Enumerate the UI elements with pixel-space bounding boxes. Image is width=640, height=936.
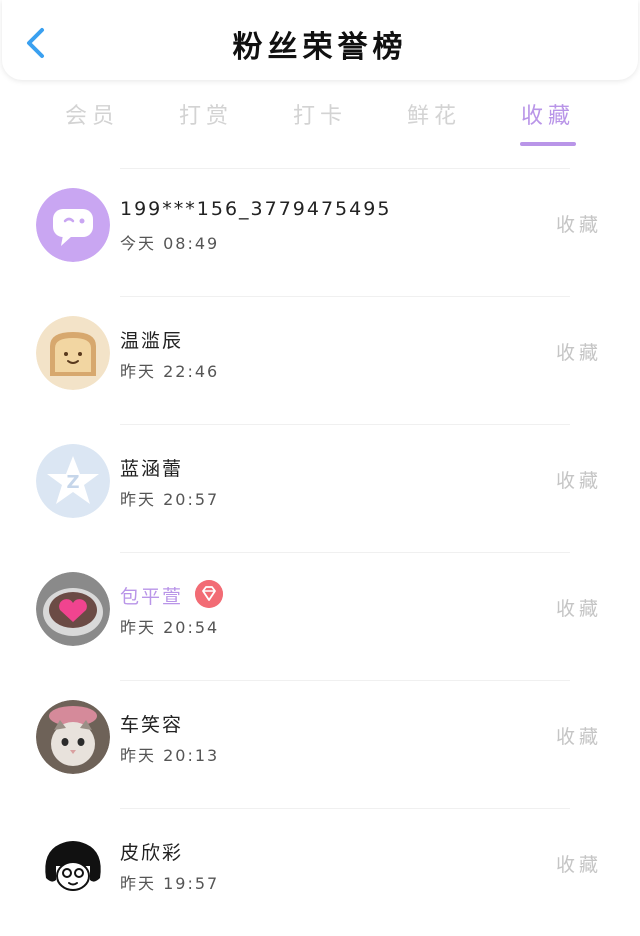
timestamp: 昨天 22:46 <box>120 362 220 381</box>
list-item[interactable]: 车笑容 昨天 20:13 收藏 <box>0 680 640 808</box>
svg-text:Z: Z <box>66 472 79 493</box>
tab-bar: 会员 打赏 打卡 鲜花 收藏 <box>0 88 640 148</box>
list-item[interactable]: Z 蓝涵蕾 昨天 20:57 收藏 <box>0 424 640 552</box>
timestamp: 今天 08:49 <box>120 234 220 253</box>
star-avatar: Z <box>36 444 110 518</box>
cat-avatar <box>36 700 110 774</box>
tab-favorites[interactable]: 收藏 <box>493 98 603 130</box>
heart-cup-avatar <box>36 572 110 646</box>
timestamp: 昨天 20:13 <box>120 746 220 765</box>
tab-checkin[interactable]: 打卡 <box>265 98 375 130</box>
user-name: 蓝涵蕾 <box>120 458 184 480</box>
timestamp: 昨天 20:54 <box>120 618 220 637</box>
user-name: 车笑容 <box>120 714 184 736</box>
cartoon-face-avatar <box>36 828 110 902</box>
tab-reward[interactable]: 打赏 <box>151 98 261 130</box>
toast-avatar <box>36 316 110 390</box>
list-item[interactable]: 皮欣彩 昨天 19:57 收藏 <box>0 808 640 936</box>
diamond-icon <box>195 580 223 608</box>
tab-member[interactable]: 会员 <box>37 98 147 130</box>
favorite-label: 收藏 <box>556 598 603 620</box>
user-name: 皮欣彩 <box>120 842 184 864</box>
user-name: 199***156_3779475495 <box>120 198 392 220</box>
timestamp: 昨天 20:57 <box>120 490 220 509</box>
favorite-label: 收藏 <box>556 470 603 492</box>
user-name: 包平萱 <box>120 586 184 608</box>
chat-bubble-avatar <box>36 188 110 262</box>
tab-flowers[interactable]: 鲜花 <box>379 98 489 130</box>
favorite-label: 收藏 <box>556 214 603 236</box>
favorite-label: 收藏 <box>556 342 603 364</box>
active-tab-indicator <box>520 142 576 146</box>
list-item[interactable]: 包平萱 昨天 20:54 收藏 <box>0 552 640 680</box>
list-item[interactable]: 199***156_3779475495 今天 08:49 收藏 <box>0 168 640 296</box>
page-title: 粉丝荣誉榜 <box>232 30 408 65</box>
favorite-label: 收藏 <box>556 726 603 748</box>
timestamp: 昨天 19:57 <box>120 874 220 893</box>
list-item[interactable]: 温滥辰 昨天 22:46 收藏 <box>0 296 640 424</box>
user-name: 温滥辰 <box>120 330 184 352</box>
app-header: 粉丝荣誉榜 <box>2 0 638 80</box>
favorite-label: 收藏 <box>556 854 603 876</box>
